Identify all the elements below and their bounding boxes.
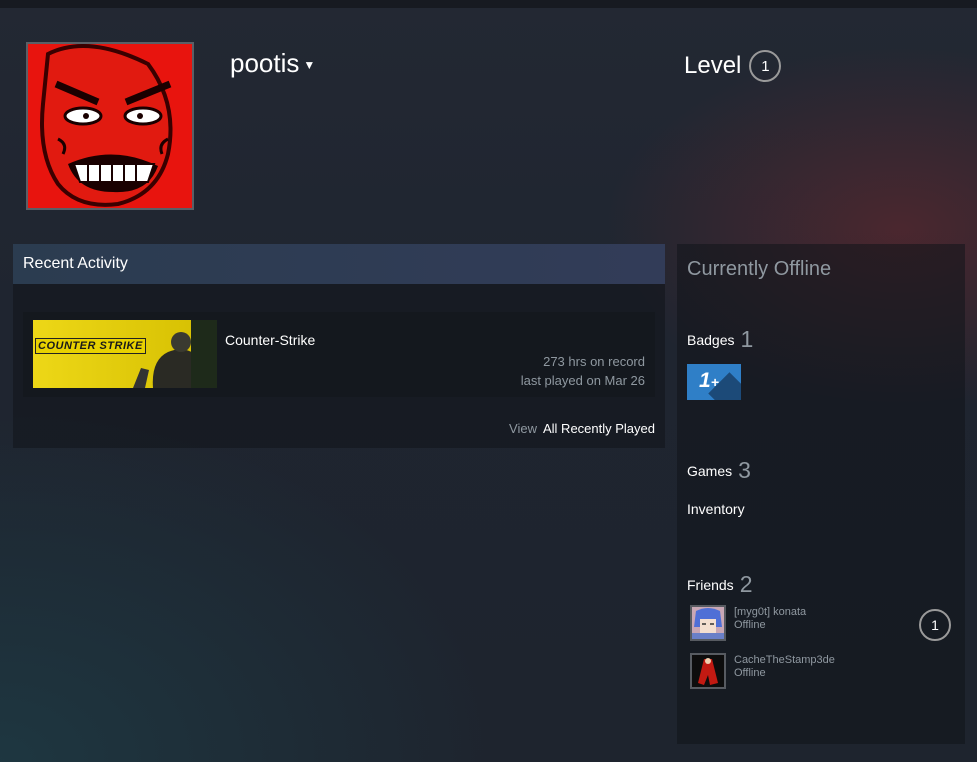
rage-face-avatar-image <box>28 44 192 208</box>
game-capsule-image[interactable]: COUNTER STRIKE <box>33 320 217 388</box>
capsule-logo-text: COUNTER STRIKE <box>35 338 146 354</box>
friend-name: CacheTheStamp3de <box>734 654 835 666</box>
badges-count: 1 <box>740 326 754 352</box>
badge-text: 1+ <box>699 369 719 393</box>
recent-activity-panel: Recent Activity COUNTER STRIKE Counter-S… <box>13 244 665 448</box>
badges-link[interactable]: Badges 1 <box>687 326 753 353</box>
games-count: 3 <box>738 457 751 483</box>
top-bar <box>0 0 977 8</box>
all-recently-played-link[interactable]: All Recently Played <box>543 421 655 436</box>
persona-name: pootis <box>230 48 300 78</box>
games-link[interactable]: Games 3 <box>687 457 751 484</box>
profile-avatar[interactable] <box>26 42 194 210</box>
level-label: Level <box>684 52 742 79</box>
friend-status: Offline <box>734 619 766 631</box>
inventory-link[interactable]: Inventory <box>687 501 745 517</box>
game-hours: 273 hrs on record <box>543 354 645 369</box>
friend-avatar <box>690 653 726 689</box>
friends-label: Friends <box>687 577 734 593</box>
recent-activity-title: Recent Activity <box>23 255 128 272</box>
games-label: Games <box>687 463 733 479</box>
years-of-service-badge-icon[interactable]: 1+ <box>687 364 741 400</box>
friends-link[interactable]: Friends 2 <box>687 571 752 598</box>
level-badge[interactable]: 1 <box>749 50 782 82</box>
game-name-link[interactable]: Counter-Strike <box>225 332 315 348</box>
badge-number: 1 <box>699 369 711 392</box>
online-status: Currently Offline <box>687 258 832 280</box>
friend-level-badge: 1 <box>919 609 951 641</box>
persona-name-dropdown[interactable]: pootis ▼ <box>230 48 315 79</box>
profile-level: Level 1 <box>684 50 782 82</box>
friends-count: 2 <box>739 571 753 597</box>
badge-plus: + <box>710 374 719 390</box>
friend-name: [myg0t] konata <box>734 606 807 618</box>
badges-label: Badges <box>687 332 735 348</box>
profile-sidebar: Currently Offline Badges 1 1+ Games 3 Inve… <box>677 244 965 744</box>
recent-game-row: COUNTER STRIKE Counter-Strike 273 hrs on… <box>23 312 655 397</box>
cache-avatar-image <box>692 655 724 687</box>
chevron-down-icon: ▼ <box>303 58 316 73</box>
view-label: View <box>509 421 537 436</box>
recent-activity-header: Recent Activity <box>13 244 665 284</box>
view-all-recently-played: View All Recently Played <box>509 421 655 436</box>
friend-item[interactable]: [myg0t] konata Offline <box>690 605 950 643</box>
game-last-played: last played on Mar 26 <box>520 373 645 388</box>
friend-status: Offline <box>734 667 766 679</box>
counter-strike-capsule-art <box>33 320 217 388</box>
konata-avatar-image <box>692 607 724 639</box>
friend-avatar <box>690 605 726 641</box>
friend-item[interactable]: CacheTheStamp3de Offline <box>690 653 950 691</box>
